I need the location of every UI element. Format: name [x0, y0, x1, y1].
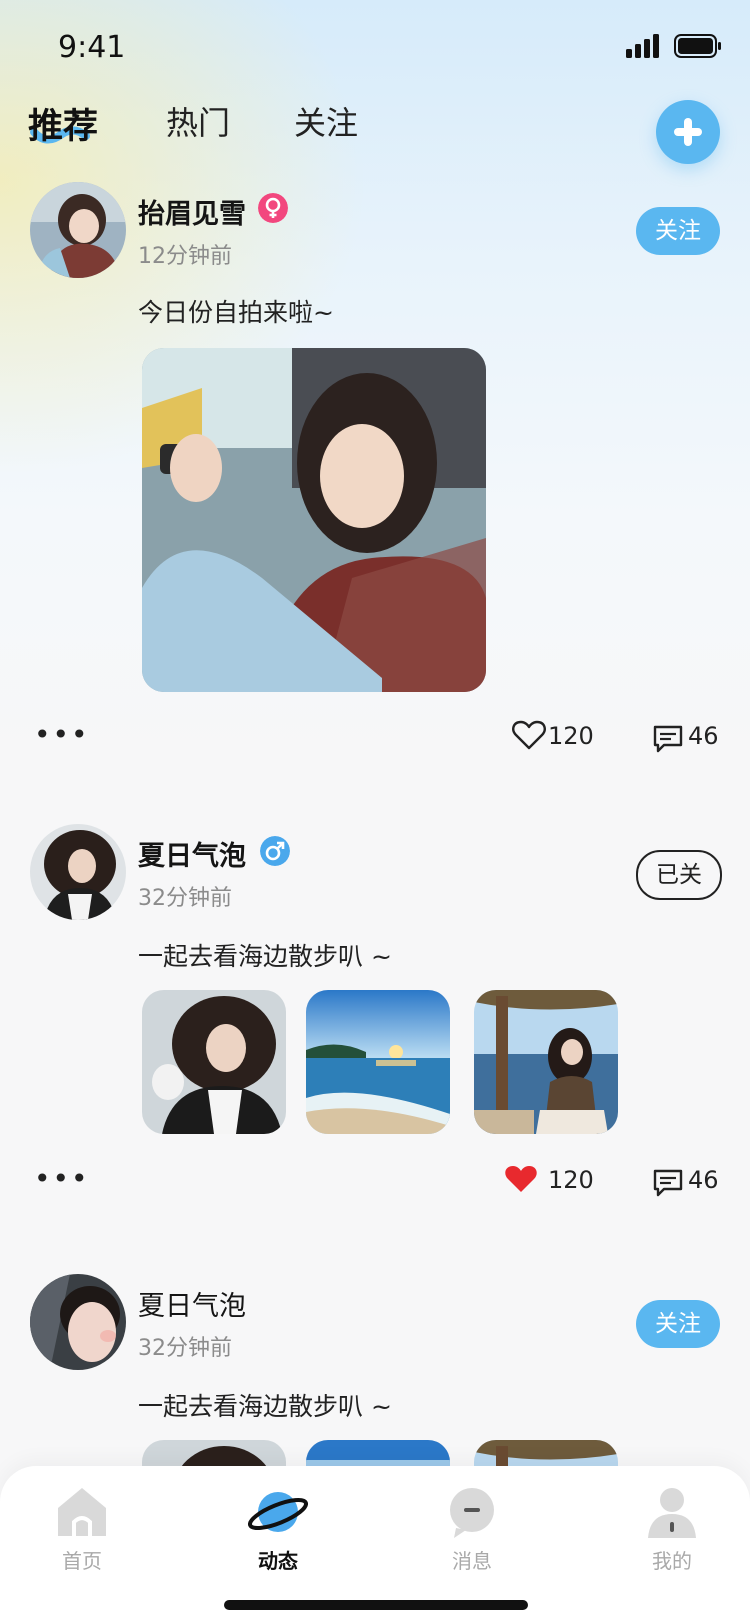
- post-username[interactable]: 抬眉见雪: [138, 192, 246, 231]
- post-username[interactable]: 夏日气泡: [138, 1284, 246, 1323]
- avatar[interactable]: [30, 182, 126, 278]
- post-caption: 一起去看海边散步叭 ~: [138, 942, 392, 971]
- post-photo[interactable]: [142, 348, 486, 692]
- nav-messages[interactable]: [444, 1484, 500, 1540]
- post-username[interactable]: 夏日气泡: [138, 834, 246, 873]
- home-icon: [58, 1488, 106, 1536]
- tab-recommend[interactable]: 推荐: [28, 98, 98, 149]
- follow-button[interactable]: 关注: [636, 207, 720, 255]
- post-time: 12分钟前: [138, 244, 232, 269]
- post-photo[interactable]: [142, 990, 286, 1134]
- male-icon: [260, 836, 290, 866]
- follow-button[interactable]: 关注: [636, 1300, 720, 1348]
- post-caption: 今日份自拍来啦~: [138, 298, 334, 327]
- post-photo[interactable]: [306, 990, 450, 1134]
- followed-button[interactable]: 已关: [636, 850, 722, 900]
- profile-icon: [648, 1488, 696, 1538]
- plus-icon: [674, 118, 702, 146]
- signal-icon: [626, 34, 659, 58]
- comment-count: 46: [688, 722, 719, 750]
- avatar[interactable]: [30, 1274, 126, 1370]
- heart-icon[interactable]: [512, 720, 546, 750]
- post-photo[interactable]: [474, 990, 618, 1134]
- post-time: 32分钟前: [138, 1336, 232, 1361]
- tab-following[interactable]: 关注: [294, 98, 358, 144]
- nav-feed-label[interactable]: 动态: [238, 1545, 318, 1574]
- battery-icon: [674, 34, 721, 58]
- nav-home[interactable]: [54, 1484, 110, 1540]
- comment-icon[interactable]: [652, 724, 684, 754]
- avatar[interactable]: [30, 824, 126, 920]
- post-time: 32分钟前: [138, 886, 232, 911]
- add-post-button[interactable]: [656, 100, 720, 164]
- like-count: 120: [548, 722, 594, 750]
- comment-icon[interactable]: [652, 1168, 684, 1198]
- home-indicator: [224, 1600, 528, 1610]
- nav-profile[interactable]: [644, 1484, 700, 1540]
- status-time: 9:41: [58, 30, 126, 65]
- comment-count: 46: [688, 1166, 719, 1194]
- nav-feed[interactable]: [247, 1484, 309, 1540]
- message-icon: [450, 1488, 494, 1538]
- post-caption: 一起去看海边散步叭 ~: [138, 1392, 392, 1421]
- more-button[interactable]: •••: [34, 1162, 90, 1195]
- tab-hot[interactable]: 热门: [166, 98, 230, 144]
- like-count: 120: [548, 1166, 594, 1194]
- planet-icon: [247, 1492, 309, 1532]
- female-icon: [258, 193, 288, 223]
- nav-profile-label[interactable]: 我的: [632, 1545, 712, 1574]
- nav-home-label[interactable]: 首页: [42, 1545, 122, 1574]
- heart-filled-icon[interactable]: [504, 1164, 538, 1194]
- nav-messages-label[interactable]: 消息: [432, 1545, 512, 1574]
- more-button[interactable]: •••: [34, 718, 90, 751]
